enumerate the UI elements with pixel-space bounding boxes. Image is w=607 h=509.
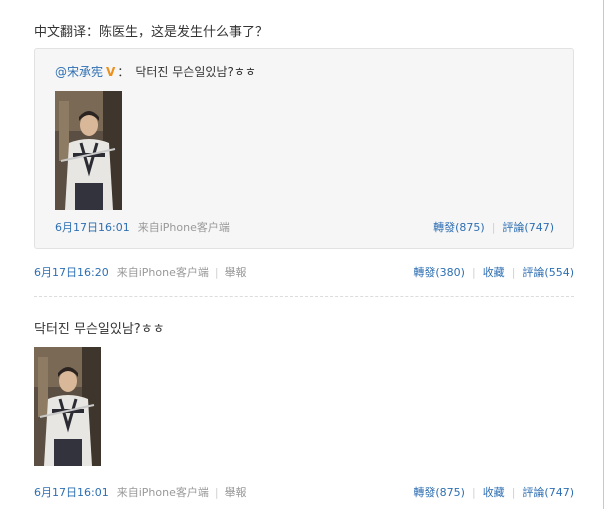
timestamp-link[interactable]: 6月17日16:20 xyxy=(34,266,109,279)
repost-forward-link[interactable]: 轉發(875) xyxy=(433,221,485,234)
weibo-feed: 中文翻译：陈医生，这是发生什么事了？ @宋承宪 V： 닥터진 무슨일있남?ㅎㅎ 6月… xyxy=(0,0,607,509)
right-border xyxy=(603,0,604,509)
separator: | xyxy=(511,486,516,499)
source-text: 来自iPhone客户端 xyxy=(116,486,209,499)
photo-image xyxy=(34,347,101,466)
report-link[interactable]: 舉報 xyxy=(225,266,247,279)
forward-link[interactable]: 轉發(875) xyxy=(413,486,465,499)
separator: | xyxy=(491,221,496,234)
forward-link[interactable]: 轉發(380) xyxy=(413,266,465,279)
verified-badge-icon[interactable]: V xyxy=(106,65,115,79)
repost-timestamp-link[interactable]: 6月17日16:01 xyxy=(55,221,130,234)
favorite-link[interactable]: 收藏 xyxy=(483,266,505,279)
post-meta: 6月17日16:01 来自iPhone客户端 | 舉報 xyxy=(34,484,247,500)
repost-actions: 轉發(875) | 評論(747) xyxy=(433,219,554,235)
repost-comment-link[interactable]: 評論(747) xyxy=(502,221,554,234)
post-actions: 轉發(875) | 收藏 | 評論(747) xyxy=(413,484,574,500)
post-actions: 轉發(380) | 收藏 | 評論(554) xyxy=(413,264,574,280)
post-text: 中文翻译：陈医生，这是发生什么事了？ xyxy=(34,25,269,40)
repost-meta: 6月17日16:01 来自iPhone客户端 xyxy=(55,219,230,235)
post-text: 닥터진 무슨일있남?ㅎㅎ xyxy=(34,322,165,337)
timestamp-link[interactable]: 6月17日16:01 xyxy=(34,486,109,499)
report-link[interactable]: 舉報 xyxy=(225,486,247,499)
author-link[interactable]: @宋承宪 xyxy=(55,65,103,79)
favorite-link[interactable]: 收藏 xyxy=(483,486,505,499)
post-divider xyxy=(34,296,574,297)
comment-link[interactable]: 評論(747) xyxy=(522,486,574,499)
repost-header: @宋承宪 V： 닥터진 무슨일있남?ㅎㅎ xyxy=(55,63,256,80)
photo-image xyxy=(55,91,122,210)
repost-text: 닥터진 무슨일있남?ㅎㅎ xyxy=(135,65,256,79)
photo-thumbnail[interactable] xyxy=(34,347,101,466)
source-text: 来自iPhone客户端 xyxy=(116,266,209,279)
comment-link[interactable]: 評論(554) xyxy=(522,266,574,279)
separator: | xyxy=(471,266,476,279)
separator: | xyxy=(471,486,476,499)
separator: | xyxy=(511,266,516,279)
separator: | xyxy=(214,486,219,499)
repost-box: @宋承宪 V： 닥터진 무슨일있남?ㅎㅎ 6月17日16:01 来自iPhone客户端… xyxy=(34,48,574,249)
colon: ： xyxy=(117,65,130,79)
separator: | xyxy=(214,266,219,279)
repost-source: 来自iPhone客户端 xyxy=(137,221,230,234)
post-meta: 6月17日16:20 来自iPhone客户端 | 舉報 xyxy=(34,264,247,280)
photo-thumbnail[interactable] xyxy=(55,91,122,210)
